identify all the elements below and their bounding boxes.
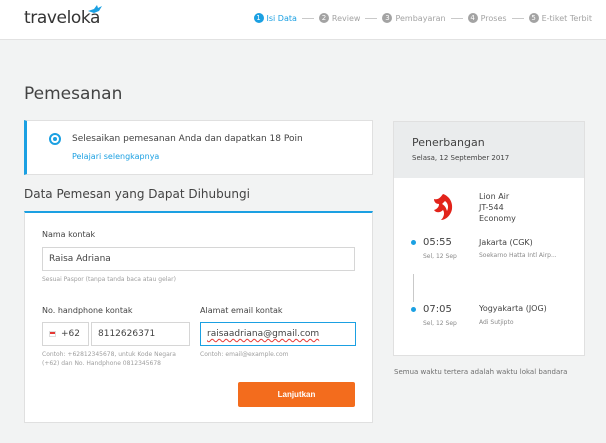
- step-separator: [511, 17, 524, 19]
- arrival-time: 07:05: [423, 304, 452, 315]
- continue-button[interactable]: Lanjutkan: [238, 382, 355, 407]
- cabin-class: Economy: [479, 214, 516, 223]
- step-e-tiket: 5 E-tiket Terbit: [528, 13, 592, 23]
- arrival-city: Yogyakarta (JOG): [479, 304, 547, 313]
- contact-name-value: Raisa Adriana: [49, 254, 111, 264]
- step-separator: [365, 17, 378, 19]
- arrival-dot: [411, 307, 416, 312]
- learn-more-link[interactable]: Pelajari selengkapnya: [72, 152, 159, 161]
- route-line: [413, 274, 414, 302]
- step-label: Pembayaran: [395, 13, 446, 23]
- phone-input[interactable]: 8112626371: [91, 322, 190, 346]
- arrival-day: Sel, 12 Sep: [423, 320, 457, 327]
- flight-title: Penerbangan: [412, 136, 485, 149]
- airline-info: Lion Air JT-544 Economy: [479, 191, 516, 224]
- departure-airport: Soekarno Hatta Intl Airp...: [479, 252, 557, 259]
- step-isi-data: 1 Isi Data: [253, 13, 297, 23]
- step-review: 2 Review: [318, 13, 361, 23]
- departure-time: 05:55: [423, 237, 452, 248]
- top-header: traveloka 1 Isi Data 2 Review 3 Pembayar…: [0, 0, 606, 40]
- step-proses: 4 Proses: [467, 13, 507, 23]
- step-separator: [301, 17, 314, 19]
- step-label: Proses: [480, 13, 507, 23]
- bird-logo-icon: [88, 5, 102, 13]
- page-title: Pemesanan: [24, 84, 123, 104]
- country-code-value: +62: [61, 329, 80, 339]
- step-label: E-tiket Terbit: [541, 13, 592, 23]
- indonesia-flag-icon: [49, 331, 56, 337]
- phone-value: 8112626371: [98, 329, 156, 339]
- step-number: 5: [528, 13, 539, 23]
- step-label: Review: [331, 13, 361, 23]
- departure-day: Sel, 12 Sep: [423, 253, 457, 260]
- contact-form: Nama kontak Raisa Adriana Sesuai Paspor …: [24, 211, 373, 423]
- phone-hint-line-2: (+62) dan No. Handphone 0812345678: [42, 360, 161, 367]
- contact-section-title: Data Pemesan yang Dapat Dihubungi: [24, 187, 250, 201]
- phone-label: No. handphone kontak: [42, 306, 133, 315]
- arrival-airport: Adi Sutjipto: [479, 319, 514, 326]
- lion-air-logo-icon: [434, 194, 453, 220]
- step-number: 1: [253, 13, 264, 23]
- departure-dot: [411, 240, 416, 245]
- checkout-steps: 1 Isi Data 2 Review 3 Pembayaran 4 Prose…: [253, 13, 592, 23]
- step-pembayaran: 3 Pembayaran: [382, 13, 446, 23]
- email-hint: Contoh: email@example.com: [200, 351, 289, 358]
- contact-name-hint: Sesuai Paspor (tanpa tanda baca atau gel…: [42, 276, 176, 283]
- country-code-select[interactable]: +62: [42, 322, 89, 346]
- departure-city: Jakarta (CGK): [479, 238, 533, 247]
- flight-date: Selasa, 12 September 2017: [412, 154, 510, 162]
- points-icon: [49, 133, 61, 145]
- contact-name-label: Nama kontak: [42, 230, 96, 239]
- phone-hint-line-1: Contoh: +62812345678, untuk Kode Negara: [42, 351, 176, 358]
- step-number: 3: [382, 13, 393, 23]
- step-number: 2: [318, 13, 329, 23]
- flight-number: JT-544: [479, 203, 504, 212]
- promo-text: Selesaikan pemesanan Anda dan dapatkan 1…: [72, 134, 303, 144]
- airline-name: Lion Air: [479, 192, 510, 201]
- email-input[interactable]: raisaadriana@gmail.com: [200, 322, 356, 346]
- email-label: Alamat email kontak: [200, 306, 283, 315]
- step-number: 4: [467, 13, 478, 23]
- points-promo-box: Selesaikan pemesanan Anda dan dapatkan 1…: [24, 120, 373, 175]
- step-label: Isi Data: [266, 13, 297, 23]
- email-value: raisaadriana@gmail.com: [207, 329, 320, 339]
- flight-summary-header: Penerbangan Selasa, 12 September 2017: [394, 122, 584, 178]
- local-time-note: Semua waktu tertera adalah waktu lokal b…: [394, 368, 568, 376]
- contact-name-input[interactable]: Raisa Adriana: [42, 247, 355, 271]
- step-separator: [450, 17, 463, 19]
- flight-summary-panel: Penerbangan Selasa, 12 September 2017 Li…: [393, 121, 585, 356]
